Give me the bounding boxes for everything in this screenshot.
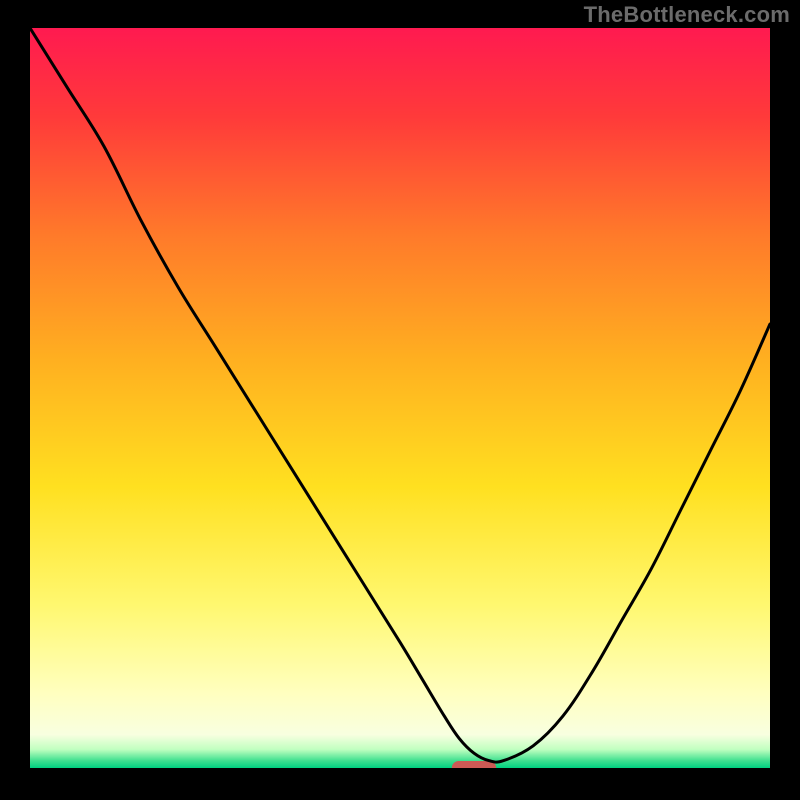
chart-container: TheBottleneck.com xyxy=(0,0,800,800)
chart-background xyxy=(30,28,770,768)
watermark-text: TheBottleneck.com xyxy=(584,2,790,28)
bottleneck-chart xyxy=(30,28,770,768)
